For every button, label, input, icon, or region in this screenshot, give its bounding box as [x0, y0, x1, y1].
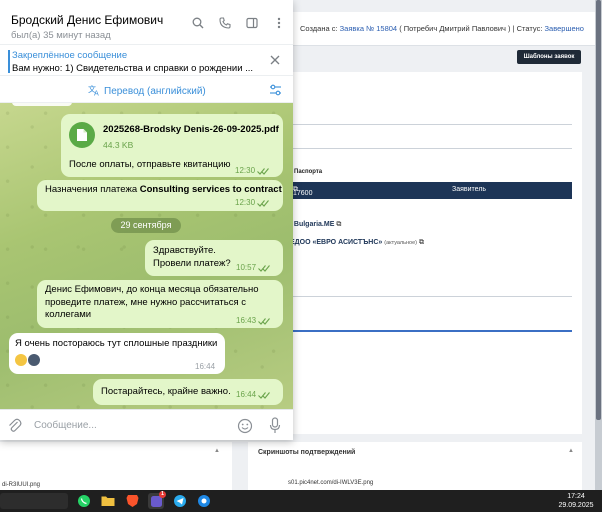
contact-name: Бродский Денис Ефимович	[11, 13, 164, 27]
message-input[interactable]: Сообщение...	[34, 420, 97, 431]
screenshot-file[interactable]: s01.pic4net.com/di-IWLV3E.png	[288, 480, 373, 486]
copy-icon: ⧉	[418, 239, 424, 246]
translate-settings-icon[interactable]	[269, 84, 282, 96]
message-text: Здравствуйте. Провели платеж?	[153, 245, 231, 269]
message-bubble[interactable]: Здравствуйте. Провели платеж? 10:57	[145, 240, 283, 276]
status-value: Завершено	[544, 24, 584, 33]
message-text: Постарайтесь, крайне важно.	[101, 386, 231, 397]
screenshots-title: Скриншоты подтверждений	[258, 449, 356, 456]
copy-icon: ⧉	[336, 221, 342, 228]
collapse-icon[interactable]: ▲	[568, 448, 574, 454]
message-file[interactable]: 2025268-Brodsky Denis-26-09-2025.pdf 44.…	[61, 114, 283, 177]
file-explorer-icon[interactable]	[100, 493, 116, 509]
read-ticks-icon	[258, 318, 270, 326]
templates-button[interactable]: Шаблоны заявок	[517, 50, 581, 64]
translate-bar[interactable]: 文A Перевод (английский)	[0, 77, 293, 103]
message-bubble-incoming[interactable]: Я очень постораюсь тут сплошные праздник…	[9, 333, 225, 374]
read-ticks-icon	[258, 265, 270, 273]
page-scrollbar[interactable]	[595, 0, 602, 490]
active-field-underline	[290, 330, 572, 332]
message-time: 16:44	[195, 362, 216, 371]
divider	[290, 124, 572, 125]
passport-column-label: Паспорта	[294, 169, 323, 175]
phone-icon[interactable]	[218, 16, 231, 29]
company-line-2: ЕДОО «ЕВРО АСИСТЪНС» (актуальное) ⧉	[290, 239, 424, 246]
previous-message-stub	[12, 103, 72, 106]
date-divider: 29 сентября	[111, 218, 181, 233]
chat-header[interactable]: Бродский Денис Ефимович был(а) 35 минут …	[0, 0, 293, 44]
browser-icon[interactable]	[196, 493, 212, 509]
passport-role: Заявитель	[452, 186, 487, 193]
telegram-window: ✕ Бродский Денис Ефимович был(а) 35 мину…	[0, 0, 293, 440]
taskbar-search[interactable]	[0, 493, 68, 509]
pinned-accent-bar	[8, 50, 10, 73]
message-bubble[interactable]: Постарайтесь, крайне важно. 16:44	[93, 379, 283, 405]
message-text: После оплаты, отправьте квитанцию	[69, 159, 231, 170]
file-name[interactable]: 2025268-Brodsky Denis-26-09-2025.pdf	[103, 124, 279, 137]
close-icon[interactable]	[269, 54, 281, 66]
message-time: 16:44	[236, 389, 270, 402]
message-text: Я очень постораюсь тут сплошные праздник…	[15, 338, 218, 349]
brave-browser-icon[interactable]	[124, 493, 140, 509]
message-time: 10:57	[236, 262, 270, 275]
message-time: 12:30	[235, 165, 269, 178]
more-options-icon[interactable]	[272, 16, 285, 29]
read-ticks-icon	[257, 200, 269, 208]
message-bubble[interactable]: Назначения платежа Consulting services t…	[37, 180, 283, 211]
pinned-title: Закреплённое сообщение	[12, 50, 128, 61]
message-time: 16:43	[236, 315, 270, 328]
attach-icon[interactable]	[8, 418, 22, 434]
whatsapp-icon[interactable]	[76, 493, 92, 509]
emoji-icon	[28, 354, 40, 366]
company-line: : Bulgaria.ME ⧉	[290, 221, 342, 228]
microphone-icon[interactable]	[269, 417, 281, 434]
message-text: Назначения платежа Consulting services t…	[45, 184, 282, 195]
read-ticks-icon	[257, 168, 269, 176]
sidebar-toggle-icon[interactable]	[245, 16, 258, 29]
svg-text:A: A	[94, 90, 99, 97]
collapse-icon[interactable]: ▲	[214, 448, 220, 454]
translate-icon: 文A	[88, 84, 101, 99]
taskbar: 1 17:24 29.09.2025	[0, 490, 602, 512]
message-text: Денис Ефимович, до конца месяца обязател…	[45, 284, 259, 320]
passport-row[interactable]: 17600 ⧉ Заявитель	[290, 182, 572, 199]
request-header: Создана с: Заявка № 15804 ( Потребич Дми…	[290, 12, 602, 46]
notification-badge: 1	[159, 491, 166, 498]
emoji-icon	[15, 354, 27, 366]
attachment-file[interactable]: di-R3IUUI.png	[2, 482, 40, 488]
message-composer: Сообщение...	[0, 409, 293, 440]
passport-number: 17600 ⧉	[293, 186, 313, 197]
attachments-panel: ▲ di-R3IUUI.png	[0, 442, 232, 490]
system-clock[interactable]: 17:24 29.09.2025	[552, 492, 600, 510]
chat-area[interactable]: 2025268-Brodsky Denis-26-09-2025.pdf 44.…	[0, 103, 293, 409]
pinned-message[interactable]: Закреплённое сообщение Вам нужно: 1) Сви…	[0, 44, 293, 76]
telegram-icon[interactable]	[172, 493, 188, 509]
pinned-text: Вам нужно: 1) Свидетельства и справки о …	[12, 63, 254, 74]
contact-status: был(а) 35 минут назад	[11, 30, 111, 41]
read-ticks-icon	[258, 392, 270, 400]
file-icon[interactable]	[69, 122, 95, 148]
request-details-panel	[290, 72, 582, 434]
message-time: 12:30	[235, 197, 269, 210]
request-info: Создана с: Заявка № 15804 ( Потребич Дми…	[300, 24, 584, 33]
screenshots-panel: Скриншоты подтверждений ▲ s01.pic4net.co…	[248, 442, 582, 490]
emoji-icons	[15, 354, 40, 366]
request-link[interactable]: Заявка № 15804	[340, 24, 397, 33]
emoji-icon[interactable]	[237, 418, 253, 434]
divider	[290, 296, 572, 297]
message-bubble[interactable]: Денис Ефимович, до конца месяца обязател…	[37, 280, 283, 328]
search-icon[interactable]	[191, 16, 204, 29]
divider	[290, 148, 572, 149]
scrollbar-thumb[interactable]	[596, 0, 601, 420]
file-size: 44.3 KB	[103, 140, 134, 150]
translate-button[interactable]: 文A Перевод (английский)	[88, 84, 206, 99]
app-icon-active[interactable]: 1	[148, 491, 166, 509]
